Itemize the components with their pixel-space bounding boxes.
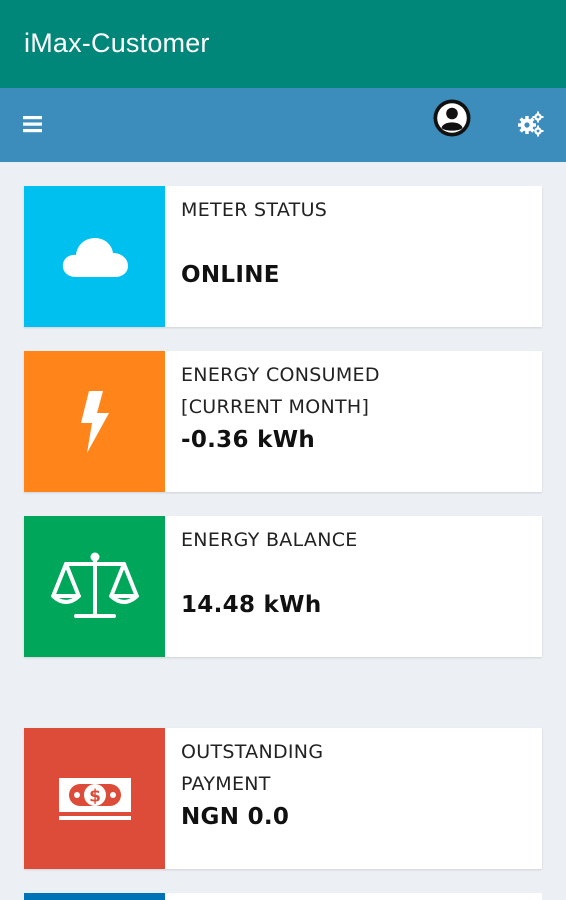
energy-consumed-label: ENERGY CONSUMED (181, 364, 380, 386)
svg-text:$: $ (89, 786, 101, 806)
partial-card-icon-box (24, 893, 165, 900)
outstanding-payment-sublabel: PAYMENT (181, 773, 271, 795)
partial-card-body (165, 893, 542, 900)
energy-balance-body: ENERGY BALANCE 14.48 kWh (165, 516, 542, 657)
energy-balance-label: ENERGY BALANCE (181, 529, 358, 551)
app-bar: iMax-Customer (0, 0, 566, 88)
energy-consumed-icon-box (24, 351, 165, 492)
partial-card[interactable] (24, 893, 542, 900)
energy-consumed-body: ENERGY CONSUMED [CURRENT MONTH] -0.36 kW… (165, 351, 542, 492)
app-title: iMax-Customer (24, 27, 210, 58)
energy-consumed-sublabel: [CURRENT MONTH] (181, 396, 370, 418)
outstanding-payment-icon-box: $ (24, 728, 165, 869)
energy-consumed-value: -0.36 kWh (181, 427, 316, 453)
energy-consumed-card[interactable]: ENERGY CONSUMED [CURRENT MONTH] -0.36 kW… (24, 351, 542, 492)
meter-status-card[interactable]: METER STATUS ONLINE (24, 186, 542, 327)
outstanding-payment-card[interactable]: $ OUTSTANDING PAYMENT NGN 0.0 (24, 728, 542, 869)
energy-balance-icon-box (24, 516, 165, 657)
lightning-bolt-icon (80, 390, 109, 453)
meter-status-body: METER STATUS ONLINE (165, 186, 542, 327)
outstanding-payment-value: NGN 0.0 (181, 804, 290, 830)
toolbar (0, 88, 566, 162)
user-avatar-icon[interactable] (432, 98, 472, 143)
energy-balance-card[interactable]: ENERGY BALANCE 14.48 kWh (24, 516, 542, 657)
meter-status-icon-box (24, 186, 165, 327)
balance-scale-icon (50, 552, 139, 618)
outstanding-payment-body: OUTSTANDING PAYMENT NGN 0.0 (165, 728, 542, 869)
gears-icon[interactable] (518, 111, 544, 142)
hamburger-menu-icon[interactable] (22, 113, 44, 135)
meter-status-value: ONLINE (181, 262, 280, 288)
outstanding-payment-label: OUTSTANDING (181, 741, 324, 763)
energy-balance-value: 14.48 kWh (181, 592, 322, 618)
meter-status-label: METER STATUS (181, 199, 328, 221)
money-bill-icon: $ (58, 777, 131, 820)
cloud-icon (62, 237, 128, 277)
